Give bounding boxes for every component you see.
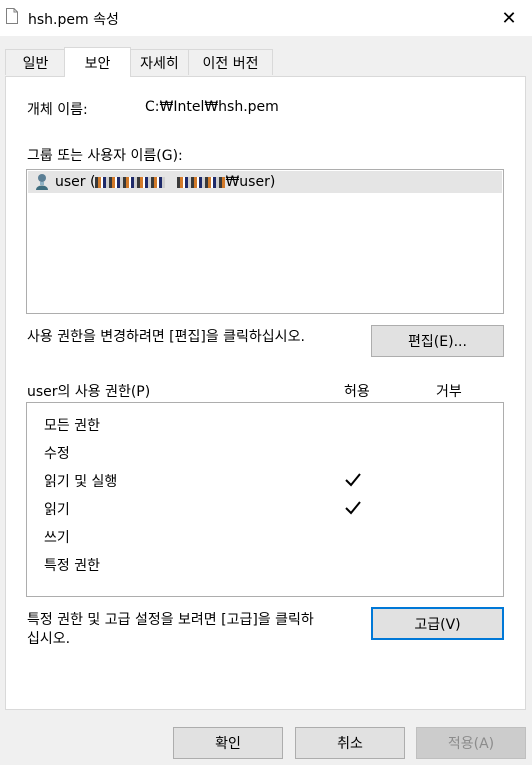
edit-hint: 사용 권한을 변경하려면 [편집]을 클릭하십시오.: [27, 329, 305, 345]
redacted-block: [95, 176, 166, 188]
close-button[interactable]: ✕: [486, 0, 532, 36]
advanced-hint-line1: 특정 권한 및 고급 설정을 보려면 [고급]을 클릭하: [27, 612, 314, 628]
permissions-label: user의 사용 권한(P): [27, 384, 151, 400]
object-name-label: 개체 이름:: [27, 102, 88, 118]
edit-button[interactable]: 편집(E)...: [371, 325, 504, 357]
permission-read-execute: 읽기 및 실행: [44, 474, 118, 490]
groups-label: 그룹 또는 사용자 이름(G):: [27, 148, 183, 164]
tab-previous-versions[interactable]: 이전 버전: [188, 49, 273, 75]
user-icon: [36, 174, 48, 190]
user-entry-prefix: user (: [55, 174, 96, 190]
allow-header: 허용: [344, 384, 370, 400]
user-entry: user ( ₩user): [55, 174, 275, 190]
title-bar: hsh.pem 속성 ✕: [0, 0, 532, 36]
deny-header: 거부: [436, 384, 462, 400]
tab-general[interactable]: 일반: [5, 49, 66, 75]
permissions-list: 모든 권한 수정 읽기 및 실행 읽기 쓰기 특정 권한: [26, 402, 504, 597]
groups-listbox[interactable]: user ( ₩user): [26, 169, 504, 314]
advanced-button[interactable]: 고급(V): [371, 607, 504, 640]
list-item[interactable]: user ( ₩user): [28, 171, 502, 193]
object-name-value: C:₩Intel₩hsh.pem: [145, 99, 279, 115]
tab-details[interactable]: 자세히: [129, 49, 190, 75]
permission-read: 읽기: [44, 502, 70, 518]
permission-special: 특정 권한: [44, 558, 100, 574]
redacted-block: [177, 176, 226, 188]
cancel-button[interactable]: 취소: [295, 727, 405, 759]
tab-security[interactable]: 보안: [64, 47, 131, 77]
permission-full-control: 모든 권한: [44, 418, 100, 434]
ok-button[interactable]: 확인: [173, 727, 283, 759]
checkmark-icon: [345, 501, 361, 515]
window-title: hsh.pem 속성: [28, 12, 119, 28]
user-entry-suffix: ₩user): [225, 174, 276, 190]
permission-modify: 수정: [44, 446, 70, 462]
permission-write: 쓰기: [44, 530, 70, 546]
close-icon: ✕: [501, 7, 517, 29]
checkmark-icon: [345, 473, 361, 487]
file-icon: [6, 8, 18, 24]
advanced-hint-line2: 십시오.: [27, 631, 71, 647]
apply-button[interactable]: 적용(A): [416, 727, 526, 759]
